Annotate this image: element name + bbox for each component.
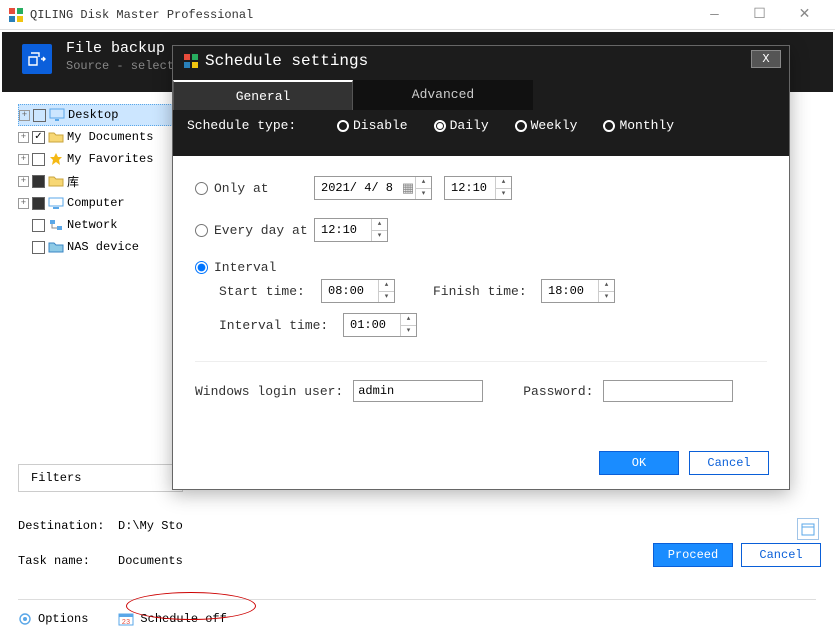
source-tree: +Desktop +✓My Documents +My Favorites +库…: [18, 104, 183, 258]
header-subtitle: Source - select: [66, 59, 174, 73]
app-logo-icon: [8, 7, 24, 23]
destination-value: D:\My Sto: [118, 519, 183, 533]
dialog-title: Schedule settings: [205, 52, 368, 70]
finish-time-input[interactable]: ▴▾: [541, 279, 615, 303]
star-icon: [48, 152, 64, 166]
library-icon: [48, 174, 64, 188]
schedule-type-label: Schedule type:: [187, 118, 337, 133]
task-value: Documents: [118, 554, 183, 568]
radio-only-at[interactable]: [195, 182, 208, 195]
interval-time-label: Interval time:: [219, 318, 335, 333]
task-label: Task name:: [18, 554, 118, 568]
backup-icon: [22, 44, 52, 74]
tree-item-favorites[interactable]: +My Favorites: [18, 148, 183, 170]
radio-interval[interactable]: [195, 261, 208, 274]
calendar-icon: 23: [118, 612, 134, 626]
tree-label: Network: [67, 218, 117, 232]
only-at-time-input[interactable]: ▴▾: [444, 176, 512, 200]
schedule-link[interactable]: Schedule off: [140, 612, 226, 626]
options-row: Options 23 Schedule off: [18, 599, 816, 626]
app-logo-icon: [183, 53, 199, 69]
tree-item-documents[interactable]: +✓My Documents: [18, 126, 183, 148]
login-user-label: Windows login user:: [195, 384, 343, 399]
dialog-close-button[interactable]: X: [751, 50, 781, 68]
filters-button[interactable]: Filters: [18, 464, 183, 492]
proceed-button[interactable]: Proceed: [653, 543, 733, 567]
footer: Proceed Cancel: [653, 543, 821, 567]
radio-disable[interactable]: Disable: [337, 118, 408, 133]
tree-item-libraries[interactable]: +库: [18, 170, 183, 192]
every-day-label: Every day at: [214, 223, 314, 238]
tab-advanced[interactable]: Advanced: [353, 80, 533, 110]
radio-monthly[interactable]: Monthly: [603, 118, 674, 133]
login-user-input[interactable]: [353, 380, 483, 402]
password-label: Password:: [523, 384, 593, 399]
tree-item-computer[interactable]: +Computer: [18, 192, 183, 214]
minimize-button[interactable]: —: [692, 1, 737, 29]
window-titlebar: QILING Disk Master Professional — ☐ ✕: [0, 0, 835, 30]
tab-general[interactable]: General: [173, 80, 353, 110]
dialog-ok-button[interactable]: OK: [599, 451, 679, 475]
tree-label: My Favorites: [67, 152, 153, 166]
only-at-label: Only at: [214, 181, 314, 196]
option-only-at[interactable]: Only at ▦▴▾ ▴▾: [195, 176, 767, 200]
browse-destination-button[interactable]: [797, 518, 819, 540]
close-button[interactable]: ✕: [782, 1, 827, 29]
calendar-icon: [801, 522, 815, 536]
option-interval[interactable]: Interval: [195, 260, 767, 275]
start-time-label: Start time:: [219, 284, 313, 299]
folder-icon: [48, 130, 64, 144]
only-at-date-input[interactable]: ▦▴▾: [314, 176, 432, 200]
tree-item-network[interactable]: +Network: [18, 214, 183, 236]
tree-label: My Documents: [67, 130, 153, 144]
cancel-button[interactable]: Cancel: [741, 543, 821, 567]
dialog-cancel-button[interactable]: Cancel: [689, 451, 769, 475]
desktop-icon: [49, 108, 65, 122]
interval-label: Interval: [214, 260, 276, 275]
nas-icon: [48, 240, 64, 254]
tree-label: Computer: [67, 196, 125, 210]
radio-weekly[interactable]: Weekly: [515, 118, 578, 133]
filters-label: Filters: [31, 471, 81, 485]
every-day-time-input[interactable]: ▴▾: [314, 218, 388, 242]
password-input[interactable]: [603, 380, 733, 402]
header-title: File backup: [66, 40, 174, 57]
tree-label: 库: [67, 173, 79, 190]
finish-time-label: Finish time:: [433, 284, 533, 299]
window-title: QILING Disk Master Professional: [30, 8, 692, 22]
gear-icon: [18, 612, 32, 626]
destination-label: Destination:: [18, 519, 118, 533]
computer-icon: [48, 196, 64, 210]
destination-row: Destination: D:\My Sto: [18, 519, 816, 533]
radio-every-day[interactable]: [195, 224, 208, 237]
svg-text:23: 23: [122, 619, 130, 626]
tree-item-nas[interactable]: +NAS device: [18, 236, 183, 258]
network-icon: [48, 218, 64, 232]
start-time-input[interactable]: ▴▾: [321, 279, 395, 303]
tree-item-desktop[interactable]: +Desktop: [18, 104, 183, 126]
schedule-settings-dialog: Schedule settings X General Advanced Sch…: [172, 45, 790, 490]
interval-time-input[interactable]: ▴▾: [343, 313, 417, 337]
maximize-button[interactable]: ☐: [737, 1, 782, 29]
tree-label: Desktop: [68, 108, 118, 122]
radio-daily[interactable]: Daily: [434, 118, 489, 133]
options-link[interactable]: Options: [38, 612, 88, 626]
option-every-day[interactable]: Every day at ▴▾: [195, 218, 767, 242]
tree-label: NAS device: [67, 240, 139, 254]
